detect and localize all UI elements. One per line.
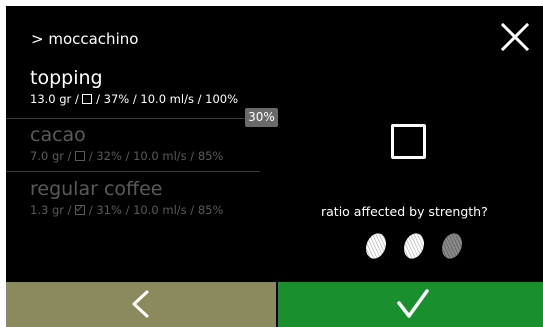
ingredient-weight: 1.3 gr	[30, 203, 64, 217]
strength-bean-icon	[442, 233, 462, 259]
ingredient-weight: 13.0 gr	[30, 92, 72, 106]
close-icon	[500, 22, 530, 52]
breadcrumb: > moccachino	[31, 30, 139, 48]
screen: > moccachino topping 13.0 gr / / 37% / 1…	[6, 6, 543, 327]
checkbox-icon	[82, 94, 93, 104]
ingredient-strength: 100%	[205, 92, 239, 106]
ingredient-ratio: 31%	[96, 203, 122, 217]
ingredient-name: cacao	[30, 124, 86, 146]
strength-bean-icon	[404, 233, 424, 259]
ingredient-detail: 7.0 gr / / 32% / 10.0 ml/s / 85%	[30, 149, 224, 163]
level-badge: 30%	[245, 108, 278, 127]
ingredient-item-topping[interactable]: topping 13.0 gr / / 37% / 10.0 ml/s / 10…	[30, 67, 238, 107]
checkmark-icon	[397, 289, 429, 318]
ingredient-strength: 85%	[197, 149, 224, 163]
ingredient-flow: 10.0 ml/s	[133, 203, 187, 217]
ingredient-ratio: 32%	[96, 149, 122, 163]
ingredient-ratio: 37%	[103, 92, 130, 106]
ingredient-flow: 10.0 ml/s	[140, 92, 194, 106]
chevron-left-icon	[132, 290, 149, 318]
ingredient-flow: 10.0 ml/s	[133, 149, 187, 163]
ratio-strength-label: ratio affected by strength?	[321, 204, 488, 219]
strength-bean-icon	[366, 233, 386, 259]
ingredient-detail: 13.0 gr / / 37% / 10.0 ml/s / 100%	[30, 92, 239, 106]
ingredient-weight: 7.0 gr	[30, 149, 64, 163]
back-button[interactable]	[6, 282, 276, 327]
ingredient-strength: 85%	[197, 203, 224, 217]
confirm-button[interactable]	[278, 282, 543, 327]
checkbox-checked-icon	[75, 205, 86, 215]
ingredient-item-cacao[interactable]: cacao 7.0 gr / / 32% / 10.0 ml/s / 85%	[30, 124, 223, 164]
checkbox-icon	[75, 151, 86, 161]
ratio-strength-checkbox[interactable]	[391, 124, 426, 159]
ingredient-name: topping	[30, 67, 103, 89]
ingredient-name: regular coffee	[30, 178, 163, 200]
divider	[6, 171, 260, 172]
ingredient-detail: 1.3 gr / / 31% / 10.0 ml/s / 85%	[30, 203, 224, 217]
ingredient-item-regular-coffee[interactable]: regular coffee 1.3 gr / / 31% / 10.0 ml/…	[30, 178, 223, 218]
close-button[interactable]	[499, 21, 531, 53]
strength-indicator	[366, 233, 462, 259]
divider	[6, 118, 260, 119]
